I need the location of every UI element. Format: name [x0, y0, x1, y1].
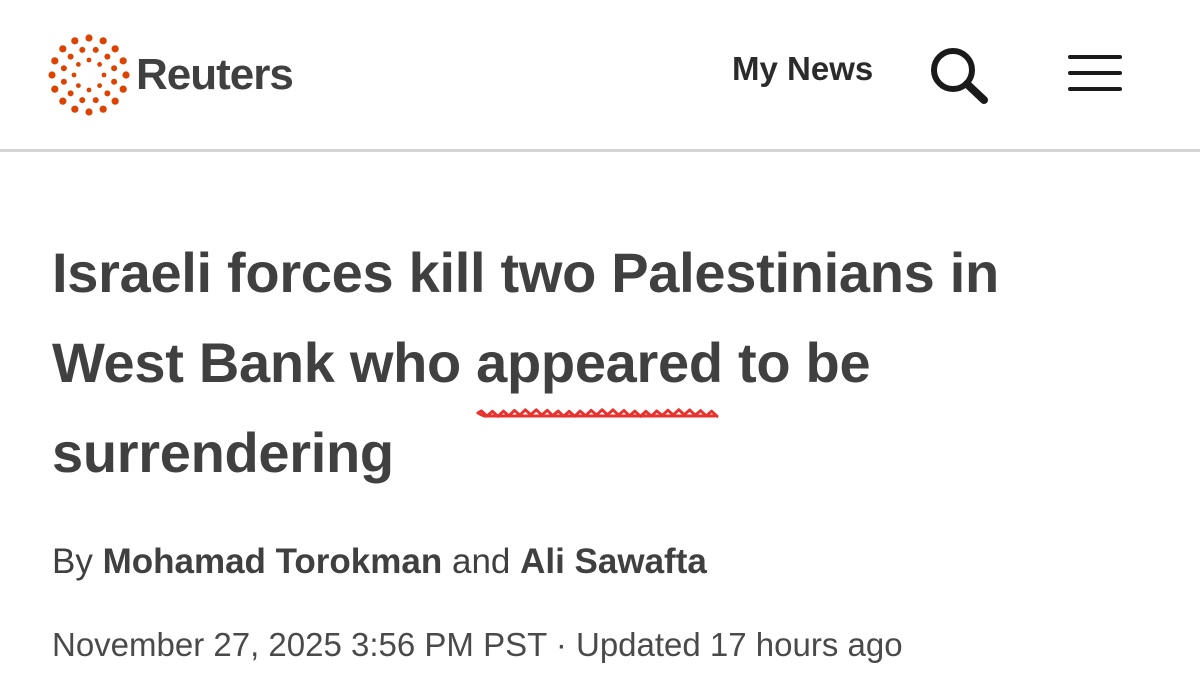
headline-text: West Bank who: [52, 331, 477, 394]
hamburger-menu-icon: [1068, 55, 1122, 91]
dateline: November 27, 2025 3:56 PM PST · Updated …: [52, 626, 903, 664]
logo-dot: [71, 72, 77, 78]
logo-dot: [111, 97, 119, 105]
highlighted-word: appeared: [476, 318, 723, 418]
logo-dot: [75, 83, 81, 89]
logo-dot: [79, 46, 86, 53]
headline-line-2: West Bank who appeared to be: [52, 318, 1162, 418]
site-header: Reuters My News: [0, 0, 1200, 152]
logo-dot: [79, 97, 86, 104]
logo-dot: [119, 57, 127, 65]
search-icon: [931, 48, 988, 104]
logo-dot: [67, 53, 74, 60]
search-button[interactable]: [926, 44, 994, 108]
logo-dot: [51, 57, 59, 65]
menu-button[interactable]: [1066, 50, 1124, 96]
logo-dot: [101, 72, 107, 78]
logo-dot: [92, 46, 99, 53]
byline-conjunction: and: [442, 542, 521, 581]
byline: By Mohamad Torokman and Ali Sawafta: [52, 542, 707, 582]
logo-dot: [59, 45, 67, 53]
logo-dot: [59, 97, 67, 105]
byline-prefix: By: [52, 542, 103, 581]
updated-time: Updated 17 hours ago: [576, 626, 903, 663]
headline-line-1: Israeli forces kill two Palestinians in: [52, 241, 999, 304]
logo-dot: [119, 85, 127, 93]
logo-dot: [86, 87, 92, 93]
article-headline: Israeli forces kill two Palestinians in …: [52, 228, 1162, 498]
logo-dot: [92, 97, 99, 104]
my-news-link[interactable]: My News: [732, 50, 873, 88]
logo-dot: [51, 85, 59, 93]
logo-dot: [97, 83, 103, 89]
logo-dot: [104, 90, 111, 97]
highlighted-word-text: appeared: [476, 331, 723, 394]
headline-text: to be: [722, 331, 871, 394]
logo-dot: [99, 105, 107, 113]
reuters-logo-icon: [48, 34, 130, 116]
headline-line-3: surrendering: [52, 421, 394, 484]
author-link[interactable]: Mohamad Torokman: [103, 542, 443, 581]
logo-dot: [85, 108, 93, 116]
logo-dot: [122, 71, 130, 79]
logo-dot: [67, 90, 74, 97]
logo-dot: [60, 78, 67, 85]
logo-dot: [111, 65, 118, 72]
logo-dot: [86, 57, 92, 63]
logo-dot: [48, 71, 56, 79]
logo-dot: [111, 45, 119, 53]
logo-dot: [97, 61, 103, 67]
logo-dot: [60, 65, 67, 72]
red-underline-annotation: [476, 408, 719, 418]
logo-dot: [85, 34, 93, 42]
reuters-logo[interactable]: Reuters: [48, 34, 294, 116]
published-date: November 27, 2025 3:56 PM PST: [52, 626, 547, 663]
author-link[interactable]: Ali Sawafta: [520, 542, 707, 581]
logo-dot: [71, 37, 79, 45]
dateline-separator: ·: [546, 626, 576, 663]
logo-dot: [104, 53, 111, 60]
brand-name: Reuters: [136, 50, 294, 99]
logo-dot: [75, 61, 81, 67]
logo-dot: [111, 78, 118, 85]
logo-dot: [71, 105, 79, 113]
logo-dot: [99, 37, 107, 45]
